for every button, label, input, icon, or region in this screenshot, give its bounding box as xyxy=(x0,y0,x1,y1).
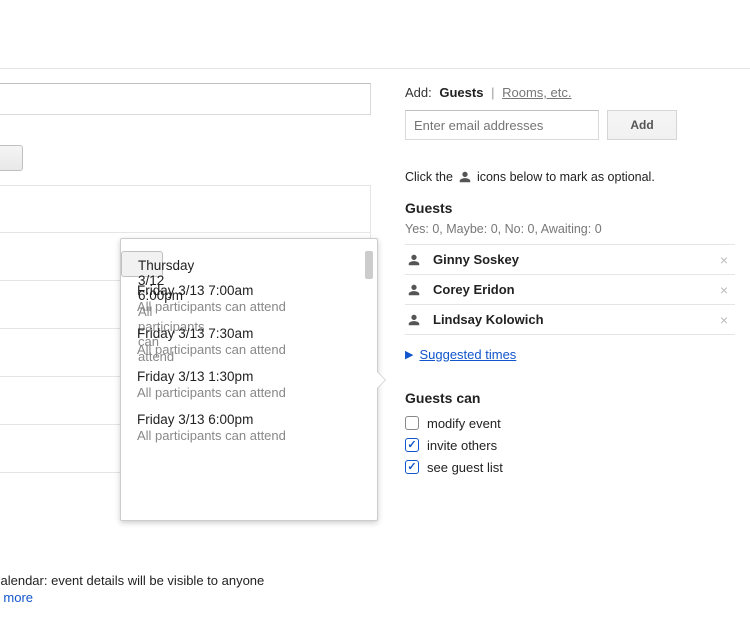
permission-row: modify event xyxy=(405,412,735,434)
guest-email-input[interactable] xyxy=(405,110,599,140)
right-column: Add: Guests | Rooms, etc. Add Click the … xyxy=(405,85,735,478)
add-guest-button[interactable]: Add xyxy=(607,110,677,140)
tab-separator: | xyxy=(491,85,494,100)
suggested-times-popover: Thursday 3/12 6:00pmAll participants can… xyxy=(120,238,378,521)
permission-checkbox[interactable] xyxy=(405,438,419,452)
dropdown-unknown[interactable] xyxy=(0,145,23,171)
divider xyxy=(0,68,750,69)
remove-guest-icon[interactable]: × xyxy=(713,282,735,298)
suggested-time-label: Friday 3/13 6:00pm xyxy=(137,412,357,427)
guests-counts: Yes: 0, Maybe: 0, No: 0, Awaiting: 0 xyxy=(405,222,735,236)
permission-checkbox[interactable] xyxy=(405,460,419,474)
suggested-time-sub: All participants can attend xyxy=(137,299,357,314)
guest-row: Corey Eridon× xyxy=(405,275,735,305)
optional-hint-suffix: icons below to mark as optional. xyxy=(477,170,655,184)
suggested-time-sub: All participants can attend xyxy=(137,342,357,357)
person-icon xyxy=(458,170,472,184)
suggested-time-label: Friday 3/13 1:30pm xyxy=(137,369,357,384)
guests-can-title: Guests can xyxy=(405,390,735,406)
suggested-time-item[interactable]: Friday 3/13 6:00pmAll participants can a… xyxy=(121,406,377,449)
tab-rooms[interactable]: Rooms, etc. xyxy=(502,85,571,100)
suggested-time-sub: All participants can attend xyxy=(137,428,357,443)
remove-guest-icon[interactable]: × xyxy=(713,312,735,328)
permission-label: invite others xyxy=(427,438,497,453)
person-icon[interactable] xyxy=(405,313,433,327)
tab-guests[interactable]: Guests xyxy=(439,85,483,100)
guest-list: Ginny Soskey×Corey Eridon×Lindsay Kolowi… xyxy=(405,244,735,335)
guests-can-list: modify event invite others see guest list xyxy=(405,412,735,478)
visibility-note-text: is calendar: event details will be visib… xyxy=(0,573,264,588)
suggested-time-item[interactable]: Friday 3/13 1:30pmAll participants can a… xyxy=(121,363,377,406)
permission-row: invite others xyxy=(405,434,735,456)
suggested-times-link[interactable]: Suggested times xyxy=(419,347,516,362)
permission-label: modify event xyxy=(427,416,501,431)
guests-title: Guests xyxy=(405,200,735,216)
event-title-input[interactable] xyxy=(0,83,371,115)
optional-hint: Click the icons below to mark as optiona… xyxy=(405,170,735,184)
add-label: Add: xyxy=(405,85,432,100)
person-icon[interactable] xyxy=(405,283,433,297)
suggested-time-label: Friday 3/13 7:00am xyxy=(137,283,357,298)
guest-row: Lindsay Kolowich× xyxy=(405,305,735,335)
guest-name: Lindsay Kolowich xyxy=(433,312,713,327)
remove-guest-icon[interactable]: × xyxy=(713,252,735,268)
visibility-note: is calendar: event details will be visib… xyxy=(0,572,411,607)
add-tabs: Add: Guests | Rooms, etc. xyxy=(405,85,735,100)
permission-row: see guest list xyxy=(405,456,735,478)
form-row[interactable] xyxy=(0,185,371,233)
guest-name: Ginny Soskey xyxy=(433,252,713,267)
guest-name: Corey Eridon xyxy=(433,282,713,297)
scrollbar-thumb[interactable] xyxy=(365,251,373,279)
suggested-time-sub: All participants can attend xyxy=(137,385,357,400)
permission-label: see guest list xyxy=(427,460,503,475)
suggested-time-item[interactable]: Thursday 3/12 6:00pmAll participants can… xyxy=(121,251,163,277)
permission-checkbox[interactable] xyxy=(405,416,419,430)
guest-row: Ginny Soskey× xyxy=(405,245,735,275)
suggested-time-label: Friday 3/13 7:30am xyxy=(137,326,357,341)
optional-hint-prefix: Click the xyxy=(405,170,453,184)
learn-more-link[interactable]: arn more xyxy=(0,590,33,605)
caret-right-icon: ▶ xyxy=(405,348,413,361)
person-icon[interactable] xyxy=(405,253,433,267)
suggested-time-item[interactable]: Friday 3/13 7:30amAll participants can a… xyxy=(121,320,377,363)
suggested-time-item[interactable]: Friday 3/13 7:00amAll participants can a… xyxy=(121,277,377,320)
